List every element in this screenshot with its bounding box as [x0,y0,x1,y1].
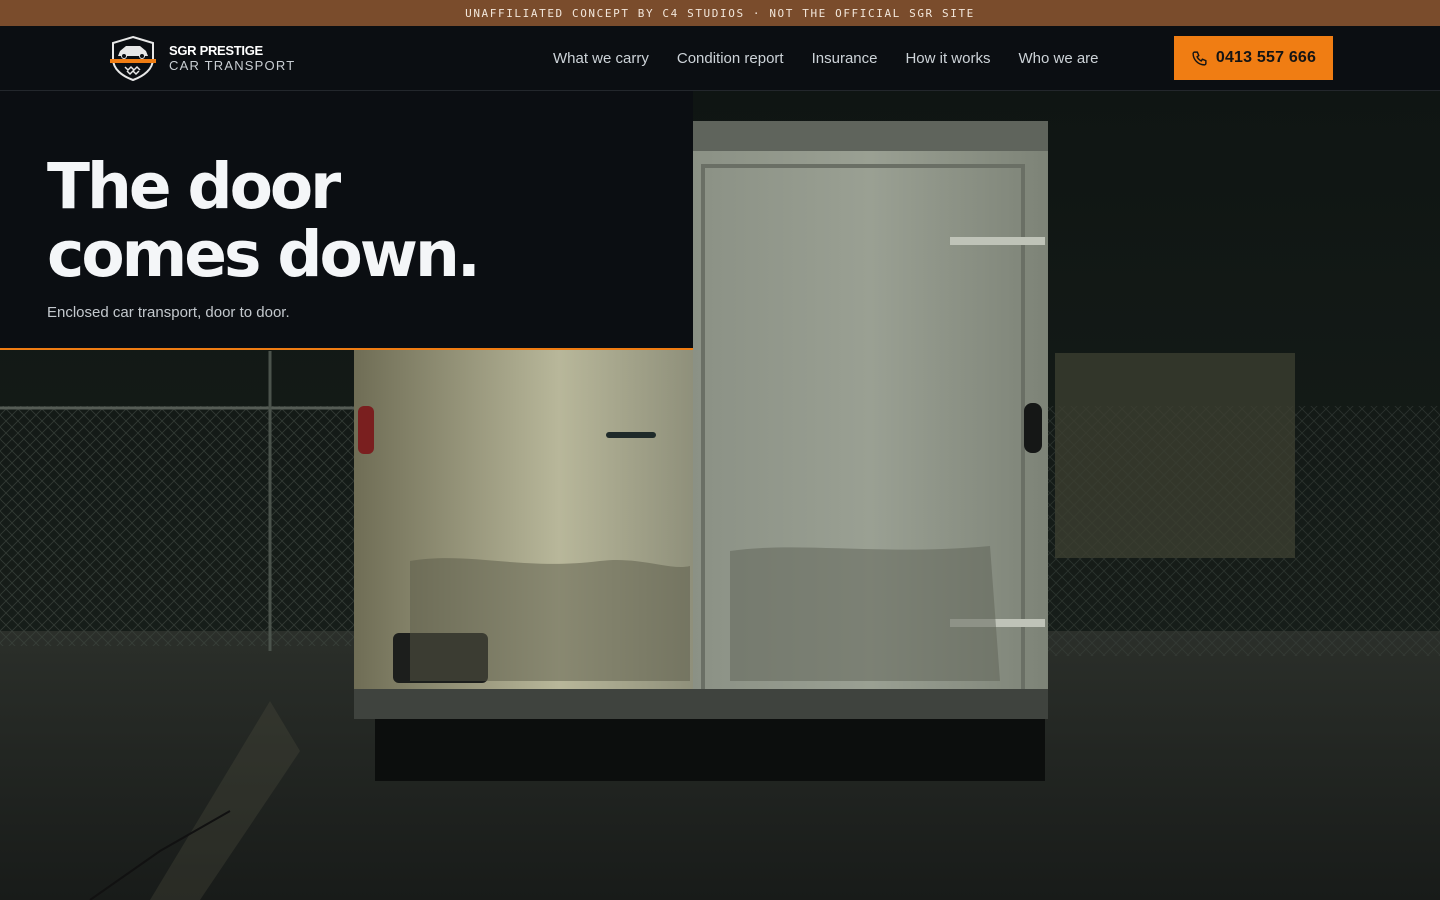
nav-link-what-we-carry[interactable]: What we carry [553,50,649,67]
hero-headline-line2: comes down. [47,218,481,291]
hero-headline: The door comes down. [47,150,481,291]
hero-headline-line1: The door [47,150,341,223]
phone-icon [1192,50,1207,66]
call-phone-button[interactable]: 0413 557 666 [1174,36,1333,80]
hero-subheadline: Enclosed car transport, door to door. [47,304,290,321]
site-header: SGR PRESTIGE CAR TRANSPORT What we carry… [0,26,1440,91]
nav-link-how-it-works[interactable]: How it works [905,50,990,67]
nav-link-who-we-are[interactable]: Who we are [1018,50,1098,67]
brand-logo-link[interactable]: SGR PRESTIGE CAR TRANSPORT [108,35,295,81]
nav-link-insurance[interactable]: Insurance [812,50,878,67]
announcement-text: UNAFFILIATED CONCEPT BY C4 STUDIOS · NOT… [465,6,975,20]
nav-link-condition-report[interactable]: Condition report [677,50,784,67]
hero-text-panel: The door comes down. Enclosed car transp… [0,91,693,350]
brand-name: SGR PRESTIGE [169,43,263,58]
main-nav: What we carry Condition report Insurance… [553,26,1099,91]
announcement-bar: UNAFFILIATED CONCEPT BY C4 STUDIOS · NOT… [0,0,1440,26]
call-phone-label: 0413 557 666 [1215,49,1317,66]
brand-tagline: CAR TRANSPORT [169,58,296,73]
shield-car-logo-icon [110,35,156,81]
